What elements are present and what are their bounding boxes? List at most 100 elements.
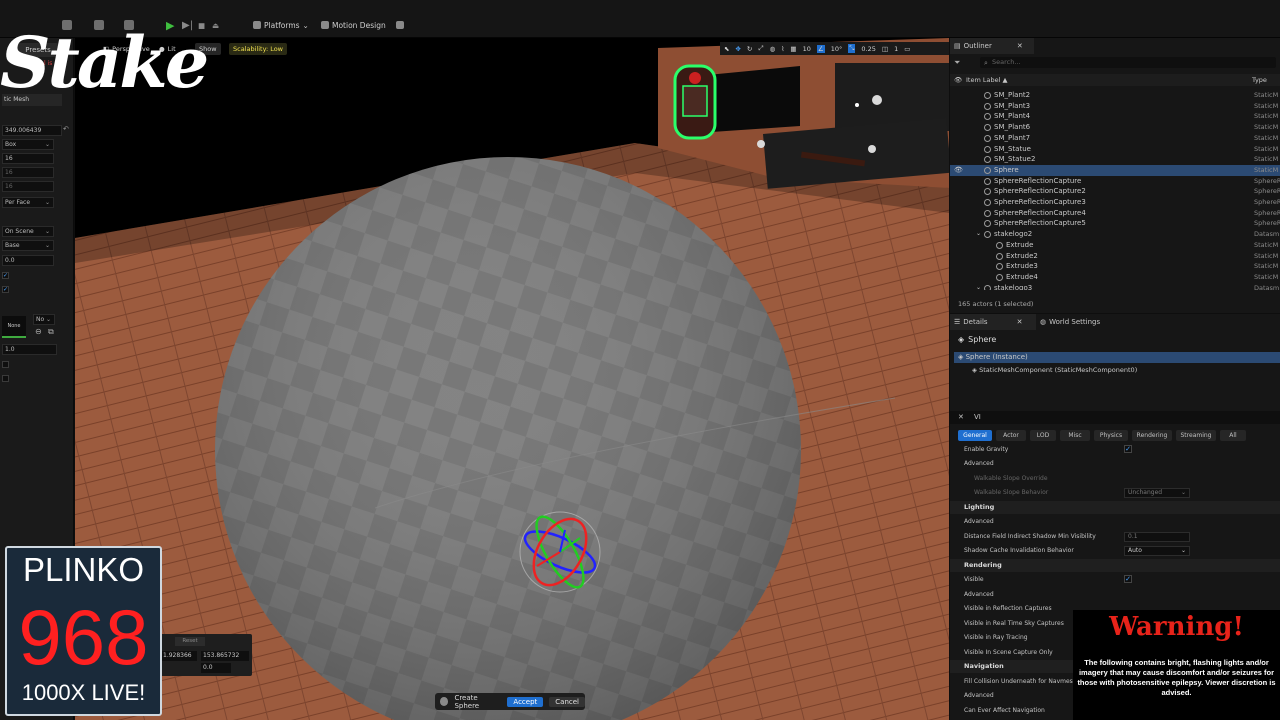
category-tab[interactable]: All [1220, 430, 1246, 441]
category-tab[interactable]: Streaming [1176, 430, 1216, 441]
outliner-row[interactable]: SM_Plant4 StaticM [950, 111, 1280, 122]
outliner-row[interactable]: Extrude4 StaticM [950, 272, 1280, 283]
subdivision-field-1[interactable]: 16 [2, 153, 54, 164]
outliner-row[interactable]: 👁 Sphere StaticM [950, 164, 1280, 176]
outliner-row[interactable]: SphereReflectionCapture5 SphereR [950, 218, 1280, 229]
grid-snap-icon[interactable]: ▦ [790, 45, 796, 53]
component-root[interactable]: ◈ Sphere (Instance) [954, 352, 1280, 363]
outliner-row[interactable]: Extrude2 StaticM [950, 251, 1280, 262]
category-tab[interactable]: Physics [1094, 430, 1128, 441]
section-lighting[interactable]: Lighting [950, 501, 1280, 514]
rotation-snap-value[interactable]: 10° [831, 45, 843, 53]
static-mesh-component[interactable]: ◈ StaticMeshComponent (StaticMeshCompone… [972, 366, 1137, 374]
advanced-expander-3[interactable]: Advanced [964, 591, 994, 598]
tab-details[interactable]: ☰ Details ✕ [950, 314, 1036, 330]
offset-field[interactable]: 0.0 [2, 255, 54, 266]
outliner-row[interactable]: Extrude StaticM [950, 240, 1280, 251]
rotation-snap-icon[interactable]: ∠ [816, 44, 825, 53]
outliner-row[interactable]: SM_Statue2 StaticM [950, 154, 1280, 165]
scale-field[interactable]: 1.0 [2, 344, 57, 355]
category-tab[interactable]: General [958, 430, 992, 441]
option-checkbox-3[interactable] [2, 361, 9, 368]
level-viewport[interactable]: ◧ Perspective ● Lit Show Scalability: Low … [75, 38, 949, 720]
platforms-button[interactable]: Platforms ⌄ [253, 18, 309, 32]
placement-select[interactable]: On Scene ⌄ [2, 226, 54, 237]
reset-button[interactable]: Reset [175, 637, 205, 646]
column-type[interactable]: Type [1252, 74, 1267, 86]
value-field-c[interactable]: 0.0 [201, 663, 231, 673]
main-value-field[interactable]: 349.006439 [2, 125, 62, 136]
camera-speed-icon[interactable]: ◫ [882, 45, 888, 53]
value-field-b[interactable]: 153.865732 [201, 651, 249, 661]
clear-icon[interactable]: ✕ [958, 413, 964, 421]
subdivision-field-2[interactable]: 16 [2, 167, 54, 178]
shadow-cache-select[interactable]: Auto ⌄ [1124, 546, 1190, 556]
cancel-button[interactable]: Cancel [549, 696, 585, 707]
visibility-icon[interactable]: 👁 [954, 166, 963, 174]
category-tab[interactable]: Misc [1060, 430, 1090, 441]
expand-arrow-icon[interactable]: ⌄ [976, 230, 981, 237]
settings-icon[interactable] [396, 18, 404, 32]
world-icon[interactable]: ◍ [770, 45, 776, 53]
motion-design-button[interactable]: Motion Design [321, 18, 386, 32]
outliner-row[interactable]: SM_Statue StaticM [950, 144, 1280, 155]
outliner-row[interactable]: SM_Plant7 StaticM [950, 133, 1280, 144]
move-icon[interactable]: ✥ [735, 45, 740, 53]
accept-button[interactable]: Accept [507, 696, 544, 707]
grid-snap-value[interactable]: 10 [803, 45, 811, 53]
material-slot[interactable]: None [2, 316, 26, 338]
advanced-expander-1[interactable]: Advanced [964, 460, 994, 467]
close-icon[interactable]: ✕ [1017, 38, 1023, 54]
surface-snap-icon[interactable]: ⌇ [781, 45, 784, 53]
advanced-expander-4[interactable]: Advanced [964, 692, 994, 699]
maximize-icon[interactable]: ▭ [904, 45, 910, 53]
scale-snap-icon[interactable]: ⤡ [848, 44, 856, 53]
no-select[interactable]: No ⌄ [33, 314, 55, 325]
option-checkbox-1[interactable]: ✓ [2, 272, 9, 279]
scale-snap-value[interactable]: 0.25 [861, 45, 875, 53]
outliner-row[interactable]: Extrude3 StaticM [950, 261, 1280, 272]
outliner-row[interactable]: SM_Plant6 StaticM [950, 122, 1280, 133]
outliner-row[interactable]: SM_Plant2 StaticM [950, 90, 1280, 101]
outliner-row[interactable]: SphereReflectionCapture SphereR [950, 176, 1280, 187]
outliner-row[interactable]: ⌄ stakelogo2 Datasm [950, 229, 1280, 240]
scale-icon[interactable]: ⤢ [758, 44, 763, 53]
select-icon[interactable]: ⬉ [724, 45, 729, 53]
option-checkbox-2[interactable]: ✓ [2, 286, 9, 293]
outliner-row[interactable]: SphereReflectionCapture3 SphereR [950, 197, 1280, 208]
subdivision-field-3[interactable]: 16 [2, 181, 54, 192]
eject-icon[interactable]: ⏏ [212, 18, 219, 32]
outliner-search-input[interactable]: Search... [980, 57, 1276, 68]
tab-world-settings[interactable]: ◍ World Settings [1040, 314, 1100, 330]
reset-arrow-icon[interactable]: ↶ [63, 125, 69, 133]
distance-field-input[interactable]: 0.1 [1124, 532, 1190, 542]
details-search[interactable]: ✕ VI [950, 411, 1280, 424]
camera-speed-value[interactable]: 1 [894, 45, 898, 53]
category-tab[interactable]: Actor [996, 430, 1026, 441]
value-field-a[interactable]: 1.928366 [161, 651, 197, 661]
browse-icon[interactable]: ⊖ [35, 327, 42, 336]
enable-gravity-checkbox[interactable]: ✓ [1124, 445, 1132, 453]
outliner-row[interactable]: SphereReflectionCapture4 SphereR [950, 208, 1280, 219]
pivot-select[interactable]: Base ⌄ [2, 240, 54, 251]
outliner-row[interactable]: SM_Plant3 StaticM [950, 101, 1280, 112]
column-item-label[interactable]: Item Label ▲ [966, 74, 1007, 86]
uv-mode-select[interactable]: Per Face ⌄ [2, 197, 54, 208]
tab-outliner[interactable]: ▤ Outliner ✕ [950, 38, 1034, 54]
rotate-icon[interactable]: ↻ [747, 45, 752, 53]
shape-select[interactable]: Box ⌄ [2, 139, 54, 150]
category-tab[interactable]: LOD [1030, 430, 1056, 441]
scalability-badge[interactable]: Scalability: Low [229, 43, 287, 55]
expand-arrow-icon[interactable]: ⌄ [976, 284, 981, 290]
outliner-row[interactable]: ⌄ stakelogo3 Datasm [950, 283, 1280, 290]
filter-icon[interactable]: ⏷ [954, 58, 960, 68]
walkable-behavior-select[interactable]: Unchanged ⌄ [1124, 488, 1190, 498]
outliner-row[interactable]: SphereReflectionCapture2 SphereR [950, 186, 1280, 197]
copy-icon[interactable]: ⧉ [48, 327, 54, 337]
advanced-expander-2[interactable]: Advanced [964, 518, 994, 525]
category-tab[interactable]: Rendering [1132, 430, 1172, 441]
option-checkbox-4[interactable] [2, 375, 9, 382]
section-rendering[interactable]: Rendering [950, 559, 1280, 572]
visible-checkbox[interactable]: ✓ [1124, 575, 1132, 583]
close-icon[interactable]: ✕ [1017, 314, 1023, 330]
